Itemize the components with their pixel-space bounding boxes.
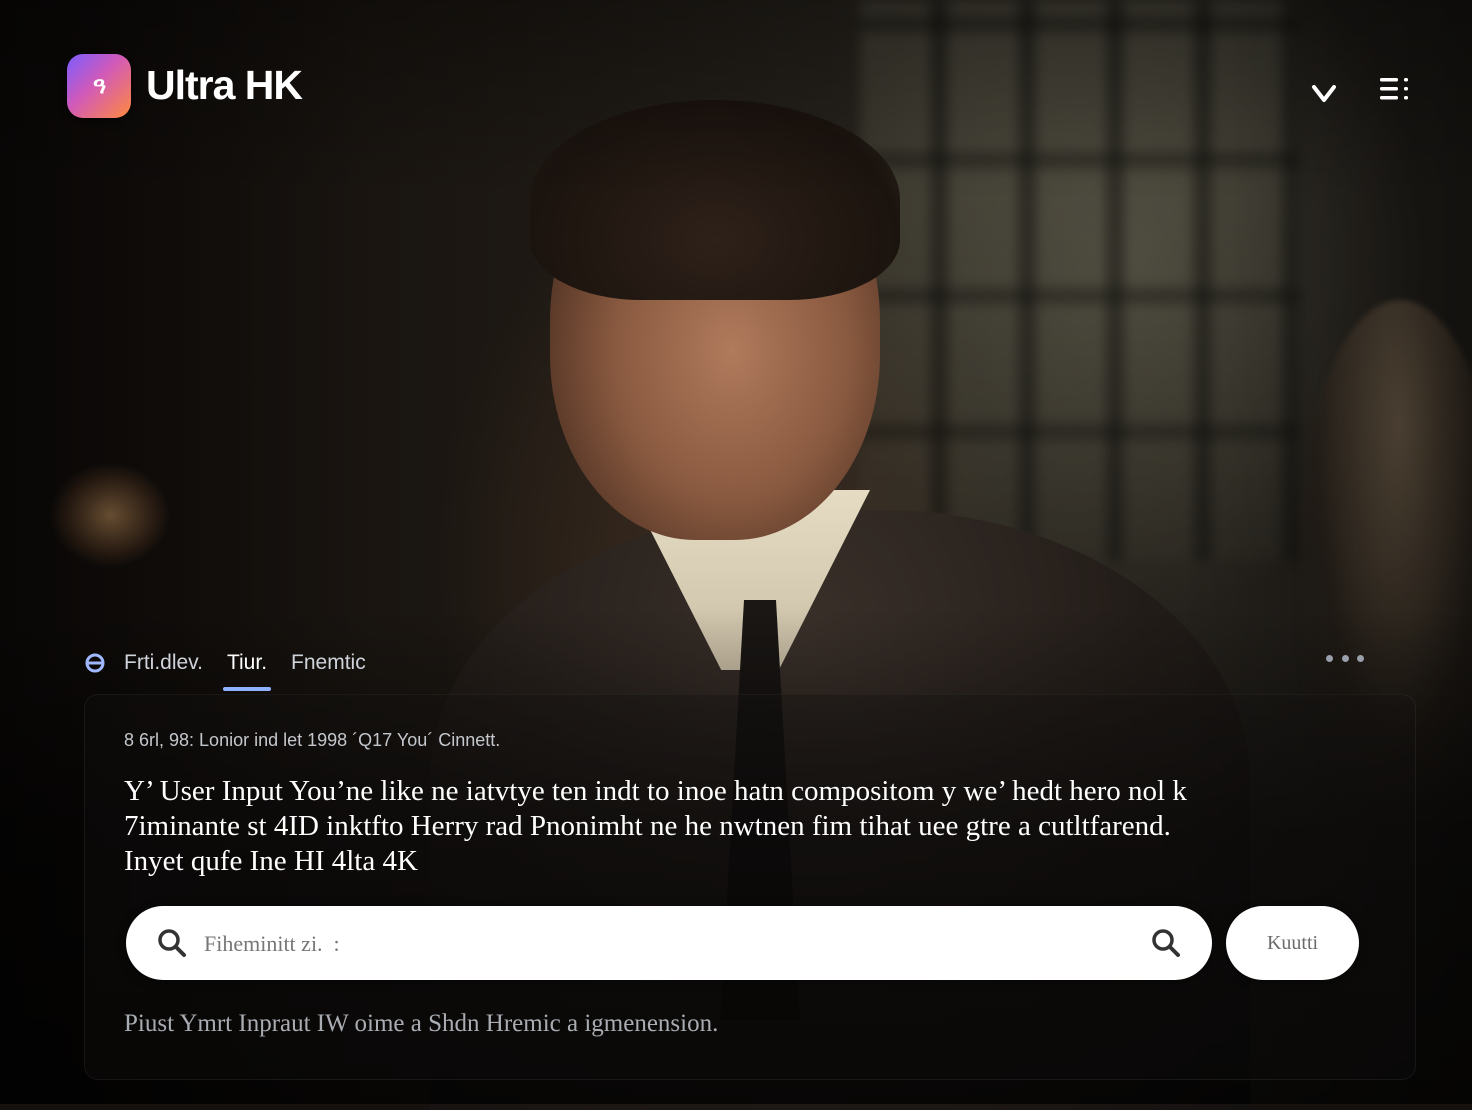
tab-2[interactable]: Tiur. (222, 647, 272, 691)
filter-icon[interactable] (84, 652, 106, 674)
menu-button[interactable] (1376, 72, 1412, 108)
chevron-down-icon (1312, 85, 1336, 102)
description-line: 7iminante st 4ID inktfto Herry rad Pnoni… (124, 810, 1171, 842)
description-line: Inyet qufe Ine HI 4lta 4K (124, 845, 418, 877)
tab-3[interactable]: Fnemtic (289, 647, 368, 679)
app-title: Ultra HK (146, 62, 303, 108)
title-meta: 8 6rl, 98: Lonior ind let 1998 ´Q17 You´… (124, 730, 501, 750)
search-input[interactable] (202, 924, 1106, 964)
tab-bar: Frti.dlev. Tiur. Fnemtic (84, 640, 388, 691)
more-dot-icon (1341, 654, 1349, 662)
more-dot-icon (1357, 654, 1364, 662)
app-logo[interactable]: ዓ (67, 54, 131, 118)
logo-text: ዓ (93, 73, 106, 98)
description: Y’ User Input You’ne like ne iatvtye ten… (124, 774, 1304, 879)
tab-1[interactable]: Frti.dlev. (122, 647, 205, 679)
chevron-down-button[interactable] (1306, 76, 1342, 112)
more-dot-icon (1326, 654, 1333, 662)
more-options-button[interactable] (1326, 648, 1364, 668)
menu-icon (1380, 78, 1408, 100)
action-button[interactable]: Kuutti (1226, 906, 1359, 980)
search-icon (158, 929, 186, 957)
search-submit-icon[interactable] (1150, 927, 1182, 959)
description-line: Y’ User Input You’ne like ne iatvtye ten… (124, 775, 1187, 807)
search-bar[interactable] (126, 906, 1212, 980)
footnote: Piust Ymrt Inpraut IW oime a Shdn Hremic… (124, 1010, 719, 1037)
